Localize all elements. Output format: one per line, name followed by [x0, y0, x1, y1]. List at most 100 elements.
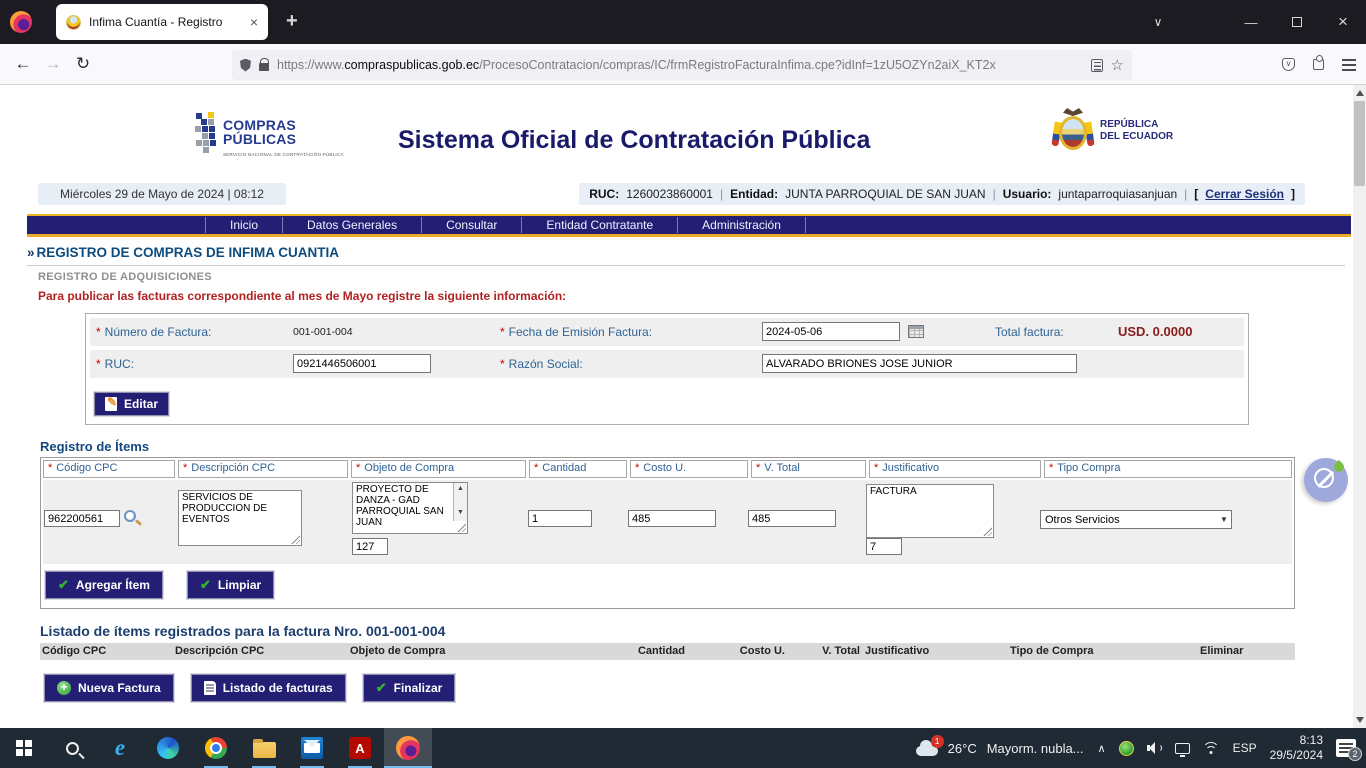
entidad-label: Entidad:: [730, 187, 778, 201]
site-favicon-icon: [66, 15, 81, 30]
browser-tab-bar: Infima Cuantía - Registro × + ∨ — ×: [0, 0, 1366, 44]
scroll-down-icon[interactable]: ▼: [454, 507, 467, 519]
reader-mode-icon[interactable]: [1091, 59, 1103, 72]
back-button[interactable]: ←: [8, 54, 38, 74]
v-total-input[interactable]: [748, 510, 836, 527]
invoice-form: *Número de Factura: 001-001-004 *Fecha d…: [85, 313, 1249, 425]
cloud-icon: 1: [914, 742, 940, 758]
reload-button[interactable]: ↻: [68, 54, 98, 74]
ruc-input[interactable]: [293, 354, 431, 373]
search-cpc-icon[interactable]: [124, 510, 136, 522]
objeto-aux-input[interactable]: [352, 538, 388, 555]
lh-objeto-compra: Objeto de Compra: [350, 645, 445, 657]
republic-line1: REPÚBLICA: [1100, 119, 1173, 131]
forward-button[interactable]: →: [38, 54, 68, 74]
objeto-compra-textarea[interactable]: PROYECTO DE DANZA - GAD PARROQUIAL SAN J…: [352, 482, 468, 534]
antivirus-tray-icon[interactable]: [1119, 741, 1134, 756]
leaf-icon: [1332, 460, 1346, 474]
nueva-factura-button[interactable]: + Nueva Factura: [44, 674, 174, 702]
numero-factura-value: 001-001-004: [293, 326, 353, 338]
taskbar-edge[interactable]: [144, 728, 192, 768]
fecha-emision-label: *Fecha de Emisión Factura:: [500, 325, 652, 339]
resize-handle-icon[interactable]: [456, 522, 466, 532]
finalizar-button[interactable]: ✔ Finalizar: [363, 674, 456, 702]
page-scrollbar[interactable]: [1353, 85, 1366, 728]
menu-icon[interactable]: [1342, 64, 1356, 66]
instruction-text: Para publicar las facturas correspondien…: [38, 289, 566, 303]
razon-social-input[interactable]: [762, 354, 1077, 373]
cantidad-input[interactable]: [528, 510, 592, 527]
justificativo-textarea[interactable]: FACTURA: [866, 484, 994, 538]
col-descripcion-cpc: *Descripción CPC: [178, 460, 348, 478]
notification-center-icon[interactable]: 2: [1336, 739, 1356, 757]
taskbar-chrome[interactable]: [192, 728, 240, 768]
ruc-value: 1260023860001: [626, 187, 713, 201]
descripcion-cpc-textarea[interactable]: SERVICIOS DE PRODUCCION DE EVENTOS: [178, 490, 302, 546]
nav-administracion[interactable]: Administración: [677, 217, 806, 233]
scroll-up-icon[interactable]: ▲: [454, 483, 467, 495]
republic-line2: DEL ECUADOR: [1100, 131, 1173, 143]
taskbar-search-button[interactable]: [48, 728, 96, 768]
list-tabs-icon[interactable]: ∨: [1140, 0, 1176, 44]
new-tab-button[interactable]: +: [286, 10, 298, 33]
page-title: »REGISTRO DE COMPRAS DE INFIMA CUANTIA: [27, 245, 1345, 266]
calendar-icon[interactable]: [908, 325, 924, 338]
folder-icon: [253, 742, 276, 758]
volume-icon[interactable]: [1147, 742, 1162, 754]
nav-consultar[interactable]: Consultar: [421, 217, 521, 233]
costo-u-input[interactable]: [628, 510, 716, 527]
agregar-item-button[interactable]: ✔ Agregar Ítem: [45, 571, 163, 599]
tracking-shield-icon[interactable]: [240, 59, 251, 72]
nav-inicio[interactable]: Inicio: [205, 217, 282, 233]
items-table: *Código CPC *Descripción CPC *Objeto de …: [40, 457, 1295, 609]
window-maximize-button[interactable]: [1274, 0, 1320, 44]
url-bar[interactable]: https://www.compraspublicas.gob.ec/Proce…: [232, 50, 1132, 80]
tab-close-icon[interactable]: ×: [250, 15, 258, 29]
extensions-icon[interactable]: [1313, 59, 1324, 70]
lh-justificativo: Justificativo: [865, 645, 929, 657]
start-button[interactable]: [0, 728, 48, 768]
floating-widget[interactable]: [1304, 458, 1348, 502]
pocket-icon[interactable]: ∨: [1282, 58, 1295, 71]
logout-link[interactable]: Cerrar Sesión: [1205, 187, 1284, 201]
taskbar-acrobat[interactable]: A: [336, 728, 384, 768]
textarea-scrollbar[interactable]: ▲ ▼: [453, 483, 467, 521]
taskbar-ie[interactable]: e: [96, 728, 144, 768]
window-close-button[interactable]: ×: [1320, 0, 1366, 44]
lh-eliminar: Eliminar: [1200, 645, 1243, 657]
url-text: https://www.compraspublicas.gob.ec/Proce…: [277, 58, 1083, 72]
bookmark-star-icon[interactable]: ☆: [1111, 56, 1124, 74]
cast-icon[interactable]: [1175, 743, 1190, 754]
taskbar-mail[interactable]: [288, 728, 336, 768]
wifi-icon[interactable]: [1203, 742, 1220, 755]
browser-tab[interactable]: Infima Cuantía - Registro ×: [56, 4, 268, 40]
taskbar-clock[interactable]: 8:13 29/5/2024: [1270, 733, 1323, 763]
justificativo-aux-input[interactable]: [866, 538, 902, 555]
listado-table-header: Código CPC Descripción CPC Objeto de Com…: [40, 643, 1295, 660]
language-indicator[interactable]: ESP: [1233, 741, 1257, 755]
nav-entidad-contratante[interactable]: Entidad Contratante: [521, 217, 677, 233]
editar-button[interactable]: Editar: [94, 392, 169, 416]
tipo-compra-select[interactable]: Otros Servicios ▼: [1040, 510, 1232, 529]
usuario-value: juntaparroquiasanjuan: [1058, 187, 1177, 201]
nav-datos-generales[interactable]: Datos Generales: [282, 217, 421, 233]
fecha-emision-input[interactable]: [762, 322, 900, 341]
lh-descripcion-cpc: Descripción CPC: [175, 645, 264, 657]
listado-title: Listado de ítems registrados para la fac…: [40, 623, 445, 639]
scrollbar-thumb[interactable]: [1354, 101, 1365, 186]
scrollbar-down-icon[interactable]: [1356, 717, 1364, 723]
codigo-cpc-input[interactable]: [44, 510, 120, 527]
firefox-icon[interactable]: [10, 11, 32, 33]
window-minimize-button[interactable]: —: [1228, 0, 1274, 44]
lock-icon[interactable]: [259, 63, 269, 71]
taskbar-explorer[interactable]: [240, 728, 288, 768]
weather-badge: 1: [931, 735, 944, 748]
entidad-value: JUNTA PARROQUIAL DE SAN JUAN: [785, 187, 985, 201]
lh-codigo-cpc: Código CPC: [42, 645, 106, 657]
weather-widget[interactable]: 1 26°CMayorm. nubla...: [914, 738, 1084, 758]
scrollbar-up-icon[interactable]: [1356, 90, 1364, 96]
limpiar-button[interactable]: ✔ Limpiar: [187, 571, 274, 599]
taskbar-firefox[interactable]: [384, 728, 432, 768]
listado-facturas-button[interactable]: Listado de facturas: [191, 674, 346, 702]
tray-expand-icon[interactable]: ∧: [1098, 742, 1106, 755]
